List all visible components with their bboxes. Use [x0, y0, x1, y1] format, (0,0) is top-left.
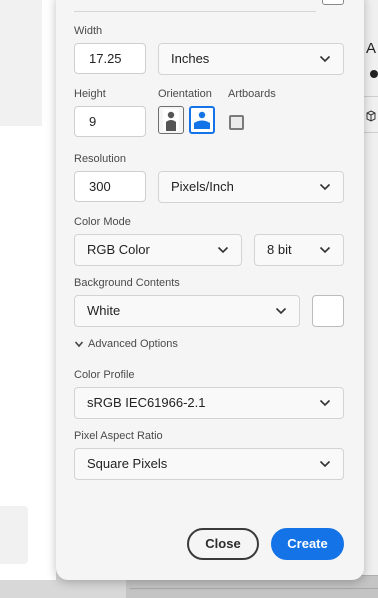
chevron-down-icon — [275, 307, 287, 315]
bottom-panel-divider — [130, 588, 378, 589]
right-panel-divider — [362, 132, 378, 133]
portrait-orientation-button[interactable] — [158, 106, 184, 134]
color-mode-select[interactable]: RGB Color — [74, 234, 242, 266]
artboards-label: Artboards — [228, 88, 276, 100]
orientation-label: Orientation — [158, 88, 212, 100]
background-contents-value: White — [87, 303, 121, 318]
background-color-swatch[interactable] — [312, 295, 344, 327]
chevron-down-icon — [319, 183, 331, 191]
pixel-aspect-ratio-label: Pixel Aspect Ratio — [74, 430, 163, 442]
new-document-dialog — [56, 0, 364, 580]
width-unit-value: Inches — [171, 51, 210, 66]
right-panel-dot-icon — [370, 70, 378, 78]
width-label: Width — [74, 25, 103, 37]
color-profile-label: Color Profile — [74, 369, 135, 381]
background-panel-card — [0, 506, 28, 564]
color-profile-select[interactable]: sRGB IEC61966-2.1 — [74, 387, 344, 419]
chevron-down-icon — [319, 399, 331, 407]
section-divider — [74, 11, 316, 12]
preset-swatch[interactable] — [322, 0, 344, 5]
cube-icon — [366, 110, 376, 122]
advanced-options-toggle[interactable]: Advanced Options — [74, 338, 178, 350]
create-button[interactable]: Create — [271, 528, 344, 560]
background-contents-select[interactable]: White — [74, 295, 300, 327]
resolution-input[interactable]: 300 — [74, 171, 146, 202]
color-profile-value: sRGB IEC61966-2.1 — [87, 395, 206, 410]
width-input[interactable]: 17.25 — [74, 43, 146, 74]
background-panel-card — [0, 0, 42, 126]
artboards-checkbox[interactable] — [229, 115, 244, 130]
background-contents-label: Background Contents — [74, 277, 180, 289]
height-input[interactable]: 9 — [74, 106, 146, 137]
portrait-icon — [163, 109, 179, 131]
chevron-down-icon — [217, 246, 229, 254]
chevron-down-icon — [74, 341, 84, 348]
color-mode-value: RGB Color — [87, 242, 150, 257]
bit-depth-value: 8 bit — [267, 242, 292, 257]
height-label: Height — [74, 88, 106, 100]
chevron-down-icon — [319, 460, 331, 468]
resolution-label: Resolution — [74, 153, 126, 165]
right-panel-label: A — [366, 40, 377, 57]
pixel-aspect-ratio-select[interactable]: Square Pixels — [74, 448, 344, 480]
right-panel-divider — [362, 96, 378, 97]
landscape-orientation-button[interactable] — [189, 106, 215, 134]
chevron-down-icon — [319, 55, 331, 63]
resolution-unit-select[interactable]: Pixels/Inch — [158, 171, 344, 203]
chevron-down-icon — [319, 246, 331, 254]
resolution-unit-value: Pixels/Inch — [171, 179, 234, 194]
pixel-aspect-ratio-value: Square Pixels — [87, 456, 168, 471]
bit-depth-select[interactable]: 8 bit — [254, 234, 344, 266]
width-unit-select[interactable]: Inches — [158, 43, 344, 75]
landscape-icon — [194, 111, 210, 129]
close-button[interactable]: Close — [187, 528, 259, 560]
advanced-options-label: Advanced Options — [88, 338, 178, 350]
color-mode-label: Color Mode — [74, 216, 131, 228]
